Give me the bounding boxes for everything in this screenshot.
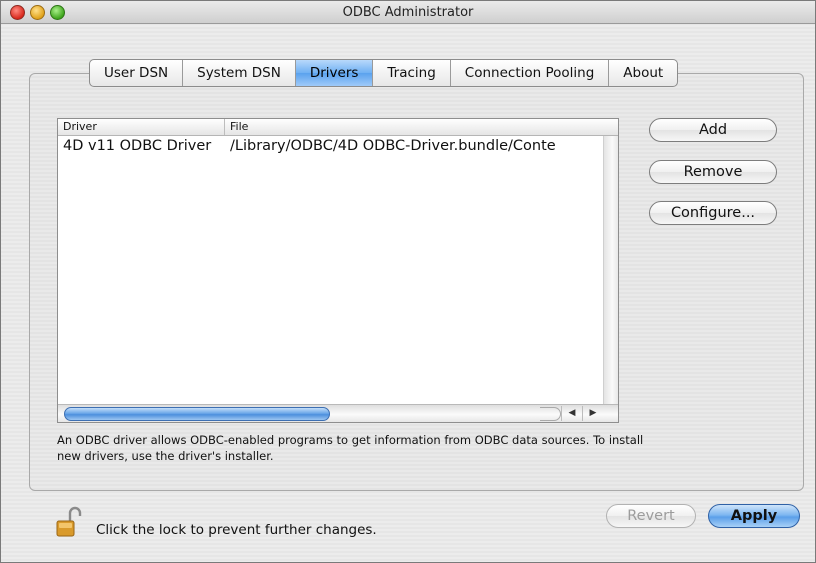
driver-file-cell: /Library/ODBC/4D ODBC-Driver.bundle/Cont… <box>230 138 556 154</box>
tab-connection-pooling[interactable]: Connection Pooling <box>451 60 610 86</box>
revert-button[interactable]: Revert <box>606 504 696 528</box>
scroll-track-end <box>540 407 561 421</box>
column-header-driver[interactable]: Driver <box>63 120 97 133</box>
tab-system-dsn[interactable]: System DSN <box>183 60 296 86</box>
odbc-administrator-window: ODBC Administrator User DSN System DSN D… <box>0 0 816 563</box>
arrow-right-icon[interactable]: ▶ <box>582 406 603 421</box>
tab-about[interactable]: About <box>609 60 677 86</box>
scroll-arrows: ◀ ▶ <box>561 406 603 421</box>
driver-name-cell: 4D v11 ODBC Driver <box>63 138 212 154</box>
column-header-file[interactable]: File <box>230 120 248 133</box>
drivers-table[interactable]: Driver File 4D v11 ODBC Driver /Library/… <box>57 118 619 423</box>
lock-message: Click the lock to prevent further change… <box>96 522 377 538</box>
arrow-left-icon[interactable]: ◀ <box>561 406 582 421</box>
table-header: Driver File <box>58 119 618 136</box>
table-row[interactable]: 4D v11 ODBC Driver /Library/ODBC/4D ODBC… <box>58 137 603 157</box>
tab-tracing[interactable]: Tracing <box>373 60 451 86</box>
tab-bar: User DSN System DSN Drivers Tracing Conn… <box>89 59 679 87</box>
lock-open-icon[interactable] <box>56 506 84 538</box>
vertical-scrollbar[interactable] <box>603 136 618 404</box>
column-divider[interactable] <box>224 119 225 135</box>
add-button[interactable]: Add <box>649 118 777 142</box>
horizontal-scrollbar[interactable]: ◀ ▶ <box>58 404 618 422</box>
drivers-description: An ODBC driver allows ODBC-enabled progr… <box>57 433 644 463</box>
apply-button[interactable]: Apply <box>708 504 800 528</box>
title-bar[interactable]: ODBC Administrator <box>1 1 815 24</box>
horizontal-scroll-thumb[interactable] <box>64 407 330 421</box>
tab-user-dsn[interactable]: User DSN <box>90 60 184 86</box>
tab-drivers[interactable]: Drivers <box>295 60 374 86</box>
configure-button[interactable]: Configure... <box>649 201 777 225</box>
window-title: ODBC Administrator <box>342 5 474 20</box>
remove-button[interactable]: Remove <box>649 160 777 184</box>
